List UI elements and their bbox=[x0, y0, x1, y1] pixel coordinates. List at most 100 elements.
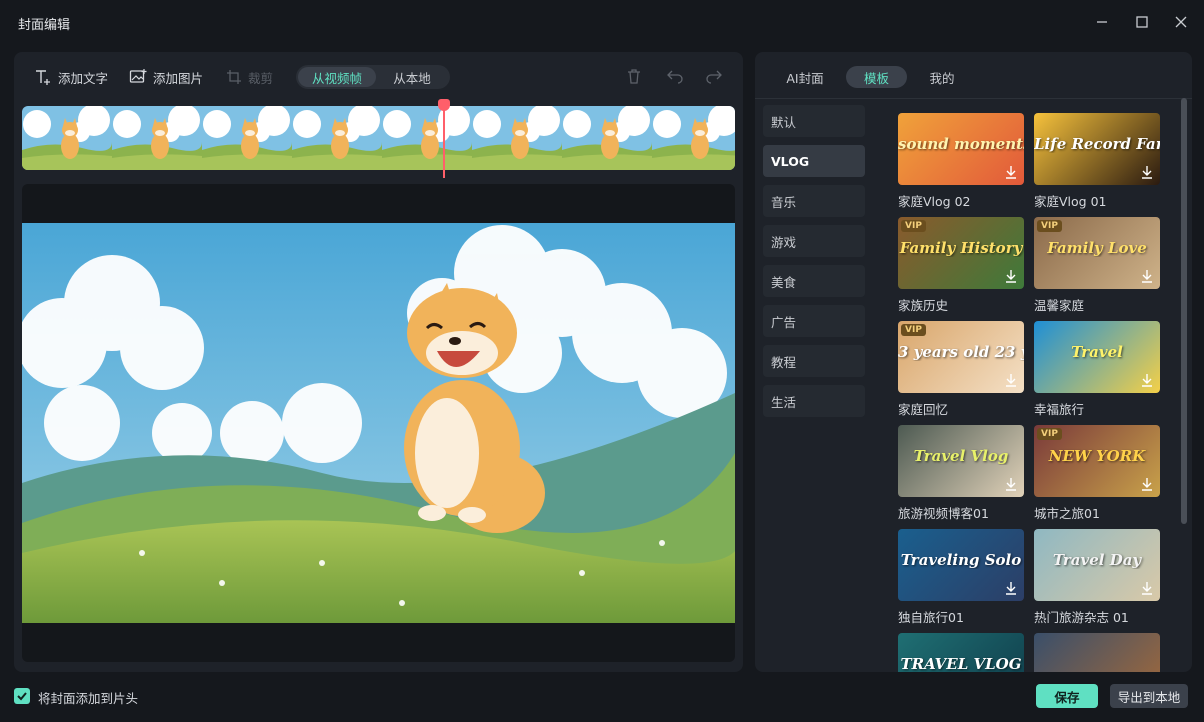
add-image-button[interactable]: 添加图片 bbox=[129, 66, 203, 88]
tab-mine[interactable]: 我的 bbox=[922, 66, 962, 88]
template-overlay-text: Travel bbox=[1071, 343, 1123, 361]
category-item[interactable]: 生活 bbox=[763, 385, 865, 417]
template-overlay-text: NEW YORK bbox=[1048, 447, 1146, 465]
template-scrollbar[interactable] bbox=[1181, 98, 1187, 524]
template-overlay-text: TRAVEL VLOG bbox=[900, 655, 1022, 672]
vip-badge: VIP bbox=[1037, 428, 1062, 440]
download-icon[interactable] bbox=[1002, 371, 1020, 389]
download-icon[interactable] bbox=[1002, 267, 1020, 285]
close-icon[interactable] bbox=[1171, 12, 1191, 32]
download-icon[interactable] bbox=[1002, 163, 1020, 181]
title-bar: 封面编辑 bbox=[0, 0, 1204, 44]
template-label: 家庭Vlog 02 bbox=[898, 194, 971, 209]
cover-preview bbox=[22, 184, 735, 662]
crop-button[interactable]: 裁剪 bbox=[226, 66, 273, 88]
template-label: 温馨家庭 bbox=[1034, 298, 1085, 313]
template-overlay-text: Travel Day bbox=[1052, 551, 1142, 569]
vip-badge: VIP bbox=[1037, 220, 1062, 232]
template-thumbnail[interactable]: Travel bbox=[1034, 321, 1160, 393]
template-thumbnail[interactable]: Family Love VIP bbox=[1034, 217, 1160, 289]
template-card[interactable]: Traveling Solo 独自旅行01 bbox=[898, 529, 1024, 626]
filmstrip-frame[interactable] bbox=[652, 106, 735, 170]
template-thumbnail[interactable]: Family History VIP bbox=[898, 217, 1024, 289]
download-icon[interactable] bbox=[1138, 371, 1156, 389]
add-cover-to-intro-checkbox[interactable] bbox=[14, 688, 30, 704]
template-card[interactable]: Travel Vlog 旅游视频博客01 bbox=[898, 425, 1024, 522]
template-thumbnail[interactable]: Traveling Solo bbox=[898, 529, 1024, 601]
save-button[interactable]: 保存 bbox=[1036, 684, 1098, 708]
minimize-icon[interactable] bbox=[1092, 12, 1112, 32]
playhead-handle[interactable] bbox=[438, 99, 450, 111]
frame-source-toggle: 从视频帧 从本地 bbox=[296, 65, 450, 89]
template-card[interactable]: 3 years old 23 years old VIP 家庭回忆 bbox=[898, 321, 1024, 418]
playhead[interactable] bbox=[443, 100, 445, 178]
template-overlay-text: Family History bbox=[899, 239, 1023, 257]
checkmark-icon bbox=[17, 692, 27, 701]
template-card[interactable]: NEW YORK VIP 城市之旅01 bbox=[1034, 425, 1160, 522]
redo-icon[interactable] bbox=[704, 66, 724, 86]
template-thumbnail[interactable] bbox=[1034, 633, 1160, 672]
tab-templates[interactable]: 模板 bbox=[846, 66, 907, 88]
filmstrip-frame[interactable] bbox=[112, 106, 202, 170]
crop-label: 裁剪 bbox=[248, 70, 274, 86]
filmstrip-frame[interactable] bbox=[22, 106, 112, 170]
delete-icon[interactable] bbox=[624, 66, 644, 86]
download-icon[interactable] bbox=[1138, 163, 1156, 181]
filmstrip-frame[interactable] bbox=[472, 106, 562, 170]
undo-icon[interactable] bbox=[665, 66, 685, 86]
template-card[interactable]: Life Record Family 家庭Vlog 01 bbox=[1034, 113, 1160, 210]
template-label: 家族历史 bbox=[898, 298, 949, 313]
category-item[interactable]: 美食 bbox=[763, 265, 865, 297]
template-overlay-text: sound moments bbox=[898, 135, 1024, 153]
download-icon[interactable] bbox=[1002, 579, 1020, 597]
download-icon[interactable] bbox=[1138, 475, 1156, 493]
template-thumbnail[interactable]: TRAVEL VLOG bbox=[898, 633, 1024, 672]
vip-badge: VIP bbox=[901, 324, 926, 336]
template-card[interactable]: Family History VIP 家族历史 bbox=[898, 217, 1024, 314]
crop-icon bbox=[227, 70, 241, 84]
maximize-icon[interactable] bbox=[1132, 12, 1152, 32]
vip-badge: VIP bbox=[901, 220, 926, 232]
add-image-icon bbox=[129, 69, 147, 83]
template-thumbnail[interactable]: NEW YORK VIP bbox=[1034, 425, 1160, 497]
template-card[interactable]: TRAVEL VLOG bbox=[898, 633, 1024, 672]
from-local-option[interactable]: 从本地 bbox=[376, 67, 448, 87]
download-icon[interactable] bbox=[1138, 267, 1156, 285]
category-item[interactable]: 游戏 bbox=[763, 225, 865, 257]
template-overlay-text: Traveling Solo bbox=[900, 551, 1022, 569]
template-card[interactable] bbox=[1034, 633, 1160, 672]
add-text-label: 添加文字 bbox=[58, 70, 109, 86]
download-icon[interactable] bbox=[1138, 579, 1156, 597]
category-item[interactable]: 广告 bbox=[763, 305, 865, 337]
add-text-button[interactable]: 添加文字 bbox=[34, 66, 108, 88]
category-item[interactable]: 音乐 bbox=[763, 185, 865, 217]
category-item[interactable]: 默认 bbox=[763, 105, 865, 137]
from-video-frame-option[interactable]: 从视频帧 bbox=[298, 67, 376, 87]
template-card[interactable]: Travel 幸福旅行 bbox=[1034, 321, 1160, 418]
add-text-icon bbox=[36, 70, 50, 85]
export-local-button[interactable]: 导出到本地 bbox=[1110, 684, 1188, 708]
category-item[interactable]: 教程 bbox=[763, 345, 865, 377]
video-filmstrip[interactable] bbox=[22, 106, 735, 170]
editor-panel: 添加文字 添加图片 裁剪 从视频帧 从本地 bbox=[14, 52, 743, 672]
template-label: 热门旅游杂志 01 bbox=[1034, 610, 1129, 625]
template-thumbnail[interactable]: Travel Day bbox=[1034, 529, 1160, 601]
template-thumbnail[interactable]: sound moments bbox=[898, 113, 1024, 185]
template-card[interactable]: sound moments 家庭Vlog 02 bbox=[898, 113, 1024, 210]
template-thumbnail[interactable]: Travel Vlog bbox=[898, 425, 1024, 497]
template-thumbnail[interactable]: Life Record Family bbox=[1034, 113, 1160, 185]
filmstrip-frame[interactable] bbox=[202, 106, 292, 170]
tab-ai-cover[interactable]: AI封面 bbox=[779, 66, 831, 88]
template-panel: AI封面 模板 我的 默认 VLOG 音乐游戏美食广告教程生活 sound mome… bbox=[755, 52, 1192, 672]
filmstrip-frame[interactable] bbox=[382, 106, 472, 170]
template-card[interactable]: Travel Day 热门旅游杂志 01 bbox=[1034, 529, 1160, 626]
template-label: 幸福旅行 bbox=[1034, 402, 1085, 417]
template-card[interactable]: Family Love VIP 温馨家庭 bbox=[1034, 217, 1160, 314]
filmstrip-frame[interactable] bbox=[562, 106, 652, 170]
filmstrip-frame[interactable] bbox=[292, 106, 382, 170]
template-overlay-text: Travel Vlog bbox=[913, 447, 1009, 465]
template-thumbnail[interactable]: 3 years old 23 years old VIP bbox=[898, 321, 1024, 393]
template-overlay-text: 3 years old 23 years old bbox=[898, 343, 1024, 361]
category-item[interactable]: VLOG bbox=[763, 145, 865, 177]
download-icon[interactable] bbox=[1002, 475, 1020, 493]
